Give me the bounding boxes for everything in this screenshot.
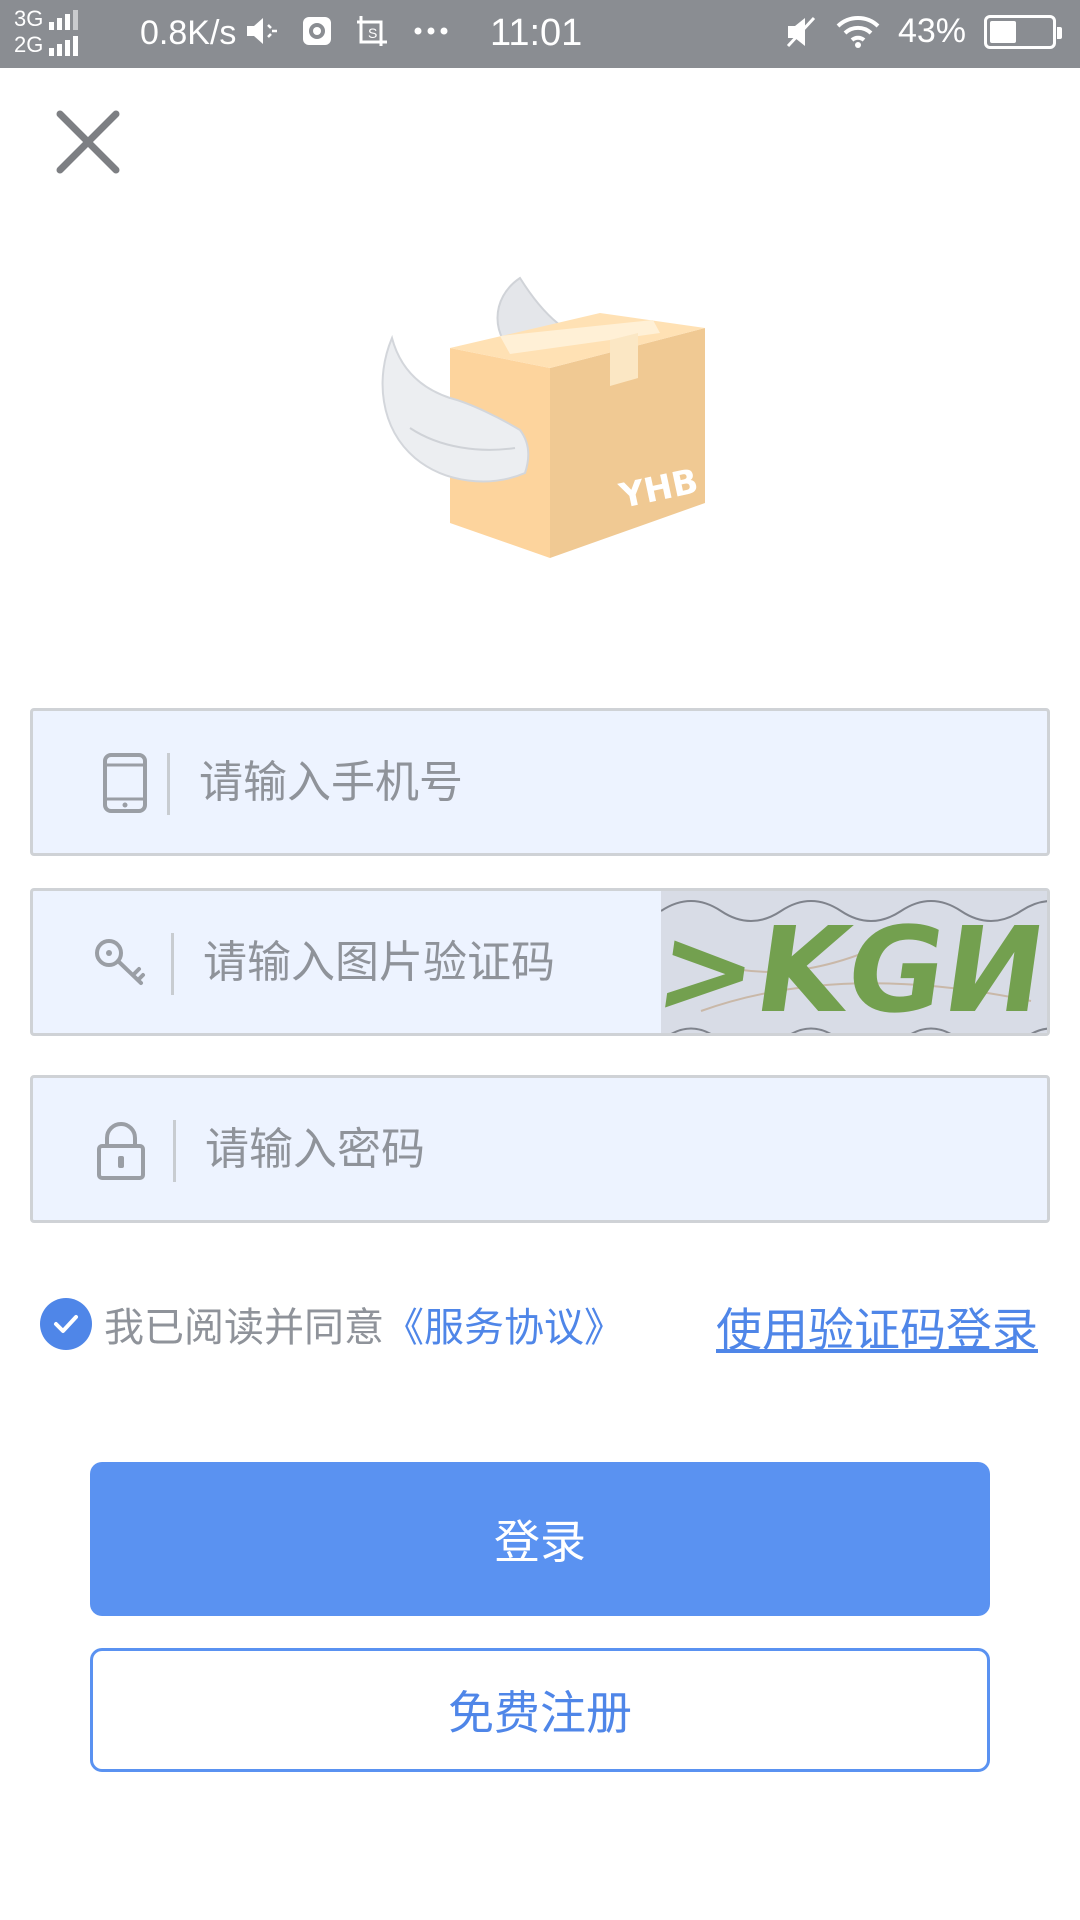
register-button[interactable]: 免费注册: [90, 1648, 990, 1772]
network-type-primary: 3G: [14, 6, 44, 31]
mute-icon: [247, 18, 277, 44]
phone-input[interactable]: [199, 711, 799, 853]
field-divider: [171, 933, 174, 995]
status-bar: 3G 2G 0.8K/s S 11:01 43%: [0, 0, 1080, 68]
key-icon: [95, 939, 145, 985]
code-login-link[interactable]: 使用验证码登录: [716, 1294, 1038, 1360]
phone-field[interactable]: [30, 708, 1050, 856]
silent-icon: [786, 16, 816, 47]
app-logo: YHB: [370, 258, 710, 588]
captcha-image[interactable]: >KGИ: [661, 891, 1047, 1033]
signal-icon: [49, 8, 79, 30]
password-input[interactable]: [205, 1078, 805, 1220]
close-icon: [56, 110, 120, 174]
clock: 11:01: [490, 12, 583, 54]
phone-icon: [103, 753, 147, 813]
more-icon: [414, 27, 448, 35]
battery-icon: [984, 14, 1062, 49]
lock-icon: [97, 1122, 145, 1180]
wifi-icon: [836, 15, 880, 48]
network-speed: 0.8K/s: [140, 14, 237, 52]
field-divider: [167, 753, 170, 815]
network-type-secondary: 2G: [14, 32, 44, 57]
agreement-checkbox[interactable]: [40, 1298, 92, 1350]
browser-icon: [303, 17, 331, 45]
screenshot-icon: S: [357, 16, 387, 46]
agreement-row: 我已阅读并同意 《服务协议》: [40, 1294, 624, 1354]
service-agreement-link[interactable]: 《服务协议》: [384, 1295, 624, 1353]
close-button[interactable]: [52, 106, 124, 178]
captcha-field[interactable]: >KGИ: [30, 888, 1050, 1036]
svg-text:S: S: [368, 25, 377, 41]
signal-icon: [49, 34, 79, 56]
password-field[interactable]: [30, 1075, 1050, 1223]
login-button[interactable]: 登录: [90, 1462, 990, 1616]
field-divider: [173, 1120, 176, 1182]
captcha-input[interactable]: [203, 891, 663, 1033]
check-icon: [54, 1315, 78, 1333]
agreement-text: 我已阅读并同意: [104, 1305, 384, 1351]
battery-percent: 43%: [897, 12, 966, 50]
captcha-text: >KGИ: [661, 902, 1047, 1033]
network-indicator: 3G 2G: [14, 6, 79, 58]
